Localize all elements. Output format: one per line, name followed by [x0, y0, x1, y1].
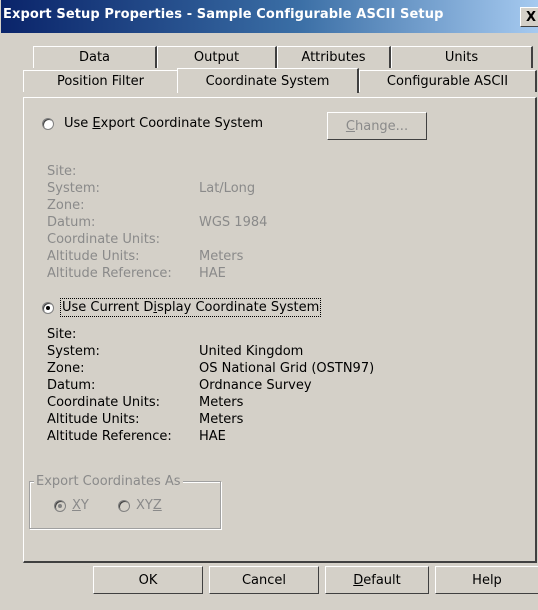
export-coordinates-group-label: Export Coordinates As — [34, 474, 183, 489]
tab-label: Units — [444, 50, 479, 65]
tab-configurable-ascii[interactable]: Configurable ASCII — [359, 70, 537, 92]
display-system-field-label: Datum: — [47, 378, 96, 393]
display-system-field-value: Meters — [199, 395, 244, 410]
xyz-radio[interactable] — [118, 500, 130, 512]
export-system-radio[interactable] — [42, 118, 54, 130]
display-system-field-label: System: — [47, 344, 100, 359]
tab-attributes[interactable]: Attributes — [277, 46, 391, 68]
display-system-field-value: Ordnance Survey — [199, 378, 312, 393]
export-system-field-label: Coordinate Units: — [47, 232, 161, 247]
tab-output[interactable]: Output — [157, 46, 277, 68]
export-system-field-label: Site: — [47, 164, 77, 179]
export-system-field-value: Meters — [199, 249, 244, 264]
export-system-radio-label[interactable]: Use Export Coordinate System — [64, 116, 263, 131]
tab-data[interactable]: Data — [33, 46, 157, 68]
display-system-field-value: OS National Grid (OSTN97) — [199, 361, 375, 376]
close-icon: X — [525, 9, 537, 25]
tab-label: Position Filter — [57, 74, 144, 89]
tab-label: Attributes — [301, 50, 366, 65]
export-system-field-label: Altitude Reference: — [47, 266, 172, 281]
help-button-label: Help — [472, 572, 502, 588]
default-button[interactable]: Default — [325, 566, 429, 594]
radio-selected-dot — [58, 504, 62, 508]
window-title: Export Setup Properties - Sample Configu… — [3, 7, 444, 22]
export-system-field-value: HAE — [199, 266, 226, 281]
default-button-label: Default — [353, 572, 401, 588]
tab-label: Coordinate System — [205, 73, 330, 89]
tab-coordinate-system[interactable]: Coordinate System — [177, 68, 359, 93]
display-system-field-label: Altitude Reference: — [47, 429, 172, 444]
change-button-label: Change... — [345, 118, 409, 134]
display-system-field-label: Site: — [47, 327, 77, 342]
display-system-field-value: United Kingdom — [199, 344, 304, 359]
export-system-field-value: Lat/Long — [199, 181, 256, 196]
ok-button-label: OK — [138, 572, 158, 588]
display-system-field-value: HAE — [199, 429, 226, 444]
tab-label: Output — [193, 50, 240, 65]
xy-radio-label[interactable]: XY — [72, 498, 89, 513]
ok-button[interactable]: OK — [93, 566, 203, 594]
title-bar[interactable]: Export Setup Properties - Sample Configu… — [1, 0, 538, 33]
display-system-radio[interactable] — [42, 302, 54, 314]
dialog-window: Export Setup Properties - Sample Configu… — [0, 0, 538, 610]
close-button[interactable]: X — [520, 7, 538, 27]
change-button[interactable]: Change... — [327, 112, 427, 140]
cancel-button[interactable]: Cancel — [209, 566, 319, 594]
radio-selected-dot — [46, 306, 50, 310]
export-system-field-label: Datum: — [47, 215, 96, 230]
export-system-field-label: Altitude Units: — [47, 249, 140, 264]
display-system-field-label: Coordinate Units: — [47, 395, 161, 410]
xy-radio[interactable] — [54, 500, 66, 512]
help-button[interactable]: Help — [435, 566, 538, 594]
display-system-field-value: Meters — [199, 412, 244, 427]
display-system-field-label: Zone: — [47, 361, 85, 376]
tab-label: Data — [78, 50, 111, 65]
display-system-radio-label[interactable]: Use Current Display Coordinate System — [59, 298, 322, 317]
cancel-button-label: Cancel — [241, 572, 287, 588]
export-system-field-value: WGS 1984 — [199, 215, 268, 230]
xyz-radio-label[interactable]: XYZ — [136, 498, 162, 513]
export-system-field-label: Zone: — [47, 198, 85, 213]
tab-position-filter[interactable]: Position Filter — [23, 70, 179, 92]
tab-units[interactable]: Units — [391, 46, 533, 68]
export-system-field-label: System: — [47, 181, 100, 196]
display-system-field-label: Altitude Units: — [47, 412, 140, 427]
tab-label: Configurable ASCII — [386, 74, 509, 89]
